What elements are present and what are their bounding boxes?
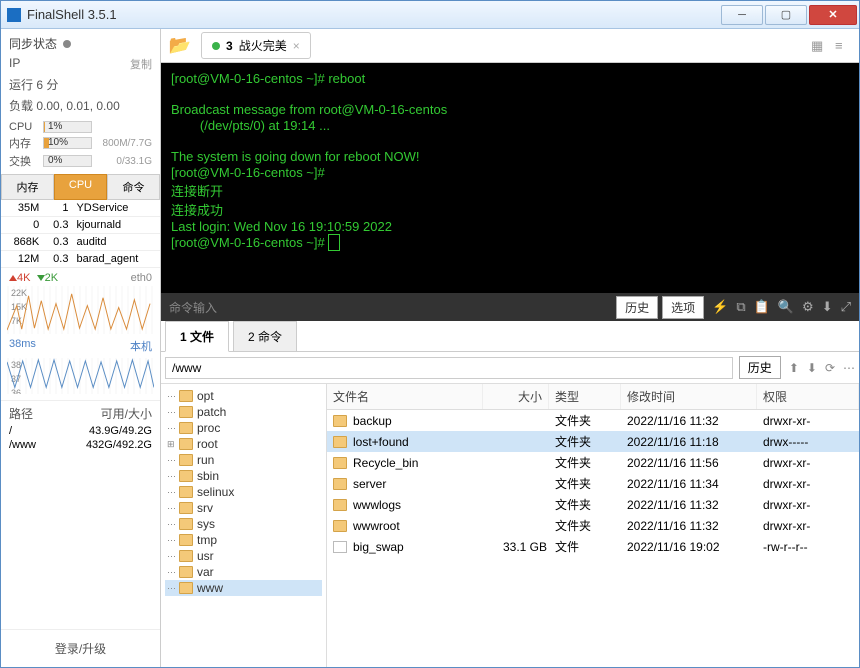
process-row[interactable]: 12M0.3barad_agent [1,251,160,268]
titlebar: FinalShell 3.5.1 ─ ▢ ✕ [1,1,859,29]
proc-tab-mem[interactable]: 内存 [1,174,54,200]
net-up: 4K [17,272,30,284]
paste-icon[interactable]: 📋 [754,299,770,315]
tree-node[interactable]: ⋯usr [165,548,322,564]
status-dot-icon [212,42,220,50]
proc-tab-cmd[interactable]: 命令 [107,174,160,200]
open-folder-icon[interactable]: 📂 [167,35,193,57]
tree-node[interactable]: ⋯run [165,452,322,468]
folder-icon [333,415,347,427]
login-button[interactable]: 登录/升级 [1,629,160,667]
file-row[interactable]: Recycle_bin文件夹2022/11/16 11:56drwxr-xr- [327,452,859,473]
maximize-button[interactable]: ▢ [765,5,807,25]
connection-tabbar: 📂 3 战火完美 × ▦ ≡ [161,29,859,63]
ip-label: IP [9,56,20,72]
path-history-button[interactable]: 历史 [739,356,781,379]
tree-node[interactable]: ⋯srv [165,500,322,516]
tree-node[interactable]: ⋯var [165,564,322,580]
path-input[interactable] [165,357,733,379]
tree-node[interactable]: ⋯sbin [165,468,322,484]
app-icon [7,8,21,22]
ping-val: 38ms [9,338,36,354]
files-tab[interactable]: 1 文件 [165,321,229,352]
gear-icon[interactable]: ⚙ [802,299,814,315]
history-button[interactable]: 历史 [616,296,658,319]
download2-icon[interactable]: ⬇ [807,361,817,375]
col-type[interactable]: 类型 [549,384,621,409]
options-button[interactable]: 选项 [662,296,704,319]
file-list[interactable]: 文件名 大小 类型 修改时间 权限 backup文件夹2022/11/16 11… [327,384,859,667]
load: 负载 0.00, 0.01, 0.00 [9,97,120,114]
tree-node[interactable]: ⋯opt [165,388,322,404]
folder-tree[interactable]: ⋯opt⋯patch⋯proc⊞root⋯run⋯sbin⋯selinux⋯sr… [161,384,327,667]
cpu-meter: CPU1% [1,120,160,134]
ping-host: 本机 [130,338,152,354]
col-perm[interactable]: 权限 [757,384,859,409]
copy-icon[interactable]: ⧉ [736,299,745,315]
file-row[interactable]: backup文件夹2022/11/16 11:32drwxr-xr- [327,410,859,431]
window-title: FinalShell 3.5.1 [27,7,721,22]
tree-node[interactable]: ⋯tmp [165,532,322,548]
net-graph: 22K15K7K [7,286,154,334]
search-icon[interactable]: 🔍 [778,299,794,315]
file-row[interactable]: wwwlogs文件夹2022/11/16 11:32drwxr-xr- [327,494,859,515]
process-row[interactable]: 868K0.3auditd [1,234,160,251]
minimize-button[interactable]: ─ [721,5,763,25]
expand-icon[interactable]: ⤢ [841,299,851,315]
net-iface: eth0 [131,272,152,284]
tree-node[interactable]: ⊞root [165,436,322,452]
col-mtime[interactable]: 修改时间 [621,384,757,409]
net-down: 2K [45,272,58,284]
tab-close-icon[interactable]: × [293,39,300,53]
folder-icon [333,520,347,532]
col-name[interactable]: 文件名 [327,384,483,409]
file-row[interactable]: wwwroot文件夹2022/11/16 11:32drwxr-xr- [327,515,859,536]
file-row[interactable]: server文件夹2022/11/16 11:34drwxr-xr- [327,473,859,494]
terminal[interactable]: [root@VM-0-16-centos ~]# reboot Broadcas… [161,63,859,293]
folder-icon [333,436,347,448]
disk-path-hdr: 路径 [9,405,33,422]
refresh-icon[interactable]: ⟳ [825,361,835,375]
up-arrow-icon [9,275,17,281]
upload-icon[interactable]: ⬆ [789,361,799,375]
more-icon[interactable]: ⋯ [843,361,855,375]
list-view-icon[interactable]: ≡ [835,38,853,53]
cmd-input-label[interactable]: 命令输入 [169,299,217,316]
col-size[interactable]: 大小 [483,384,549,409]
mem-meter: 内存10%800M/7.7G [1,134,160,152]
disk-row[interactable]: /43.9G/49.2G [1,424,160,438]
disk-row[interactable]: /www432G/492.2G [1,438,160,452]
file-row[interactable]: big_swap33.1 GB文件2022/11/16 19:02-rw-r--… [327,536,859,557]
cmds-tab[interactable]: 2 命令 [233,321,297,351]
download-icon[interactable]: ⬇ [822,299,833,315]
ping-graph: 383736 [7,358,154,394]
folder-icon [333,478,347,490]
tree-node[interactable]: ⋯patch [165,404,322,420]
swap-meter: 交换0%0/33.1G [1,152,160,170]
copy-button[interactable]: 复制 [130,56,152,72]
process-row[interactable]: 35M1YDService [1,200,160,217]
sidebar: 同步状态 IP 复制 运行 6 分 负载 0.00, 0.01, 0.00 CPU… [1,29,161,667]
folder-icon [333,499,347,511]
grid-view-icon[interactable]: ▦ [811,38,829,54]
process-table: 35M1YDService00.3kjournald868K0.3auditd1… [1,200,160,268]
sync-label: 同步状态 [9,35,57,52]
file-icon [333,541,347,553]
disk-usage-hdr: 可用/大小 [101,405,152,422]
tree-node[interactable]: ⋯www [165,580,322,596]
close-button[interactable]: ✕ [809,5,857,25]
bolt-icon[interactable]: ⚡ [712,299,728,315]
connection-tab[interactable]: 3 战火完美 × [201,32,311,59]
folder-icon [333,457,347,469]
uptime: 运行 6 分 [9,76,58,93]
tree-node[interactable]: ⋯proc [165,420,322,436]
tree-node[interactable]: ⋯selinux [165,484,322,500]
sync-dot-icon [63,40,71,48]
proc-tab-cpu[interactable]: CPU [54,174,107,200]
process-row[interactable]: 00.3kjournald [1,217,160,234]
tree-node[interactable]: ⋯sys [165,516,322,532]
down-arrow-icon [37,275,45,281]
file-row[interactable]: lost+found文件夹2022/11/16 11:18drwx----- [327,431,859,452]
